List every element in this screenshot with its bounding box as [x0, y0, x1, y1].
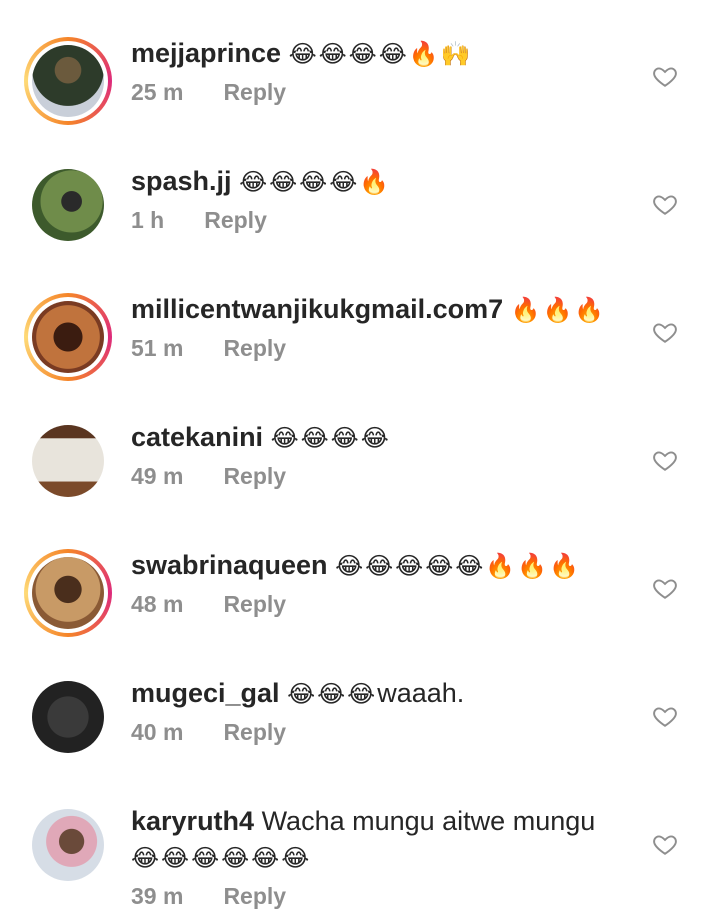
avatar-wrap[interactable] — [32, 809, 104, 881]
comment-username[interactable]: catekanini — [131, 422, 263, 452]
like-heart-icon[interactable] — [652, 191, 678, 217]
reply-button[interactable]: Reply — [223, 335, 286, 362]
reply-button[interactable]: Reply — [223, 79, 286, 106]
like-heart-icon[interactable] — [652, 831, 678, 857]
like-heart-icon[interactable] — [652, 447, 678, 473]
comment-username[interactable]: swabrinaqueen — [131, 550, 328, 580]
comment-username[interactable]: spash.jj — [131, 166, 232, 196]
comment-time: 49 m — [131, 463, 184, 489]
comment-time: 39 m — [131, 883, 184, 909]
comment-time: 1 h — [131, 207, 165, 233]
comment-emojis: 😂😂😂😂😂😂 — [131, 845, 312, 872]
comment-text: Wacha mungu aitwe mungu — [261, 806, 596, 836]
avatar-wrap[interactable] — [32, 169, 104, 241]
comment-emojis: 😂😂😂😂😂🔥🔥🔥 — [335, 553, 581, 580]
reply-button[interactable]: Reply — [223, 719, 286, 746]
comment-time: 51 m — [131, 335, 184, 361]
avatar — [32, 557, 104, 629]
comment-username[interactable]: karyruth4 — [131, 806, 254, 836]
comment-time: 40 m — [131, 719, 184, 745]
comment-emojis: 🔥🔥🔥 — [510, 297, 607, 324]
like-heart-icon[interactable] — [652, 319, 678, 345]
avatar — [32, 301, 104, 373]
comment-time: 25 m — [131, 79, 184, 105]
comment-emojis: 😂😂😂😂 — [270, 425, 391, 452]
comment-username[interactable]: mejjaprince — [131, 38, 281, 68]
avatar-wrap[interactable] — [32, 425, 104, 497]
comment-emojis: 😂😂😂😂🔥🙌 — [288, 41, 473, 68]
avatar-wrap[interactable] — [32, 681, 104, 753]
comment-time: 48 m — [131, 591, 184, 617]
reply-button[interactable]: Reply — [223, 883, 286, 910]
like-heart-icon[interactable] — [652, 63, 678, 89]
reply-button[interactable]: Reply — [223, 463, 286, 490]
comment-list: mejjaprince 😂😂😂😂🔥🙌 25 m Reply spash.jj 😂… — [0, 0, 720, 924]
like-heart-icon[interactable] — [652, 575, 678, 601]
avatar — [32, 169, 104, 241]
avatar — [32, 809, 104, 881]
reply-button[interactable]: Reply — [223, 591, 286, 618]
avatar-story-ring[interactable] — [24, 549, 112, 637]
avatar — [32, 681, 104, 753]
avatar-story-ring[interactable] — [24, 293, 112, 381]
avatar-story-ring[interactable] — [24, 37, 112, 125]
like-heart-icon[interactable] — [652, 703, 678, 729]
comment-username[interactable]: mugeci_gal — [131, 678, 280, 708]
reply-button[interactable]: Reply — [204, 207, 267, 234]
comment-emojis: 😂😂😂 — [287, 681, 378, 708]
comment-text: waaah. — [377, 678, 465, 708]
comment-username[interactable]: millicentwanjikukgmail.com7 — [131, 294, 503, 324]
avatar — [32, 45, 104, 117]
comment-emojis: 😂😂😂😂🔥 — [239, 169, 392, 196]
avatar — [32, 425, 104, 497]
